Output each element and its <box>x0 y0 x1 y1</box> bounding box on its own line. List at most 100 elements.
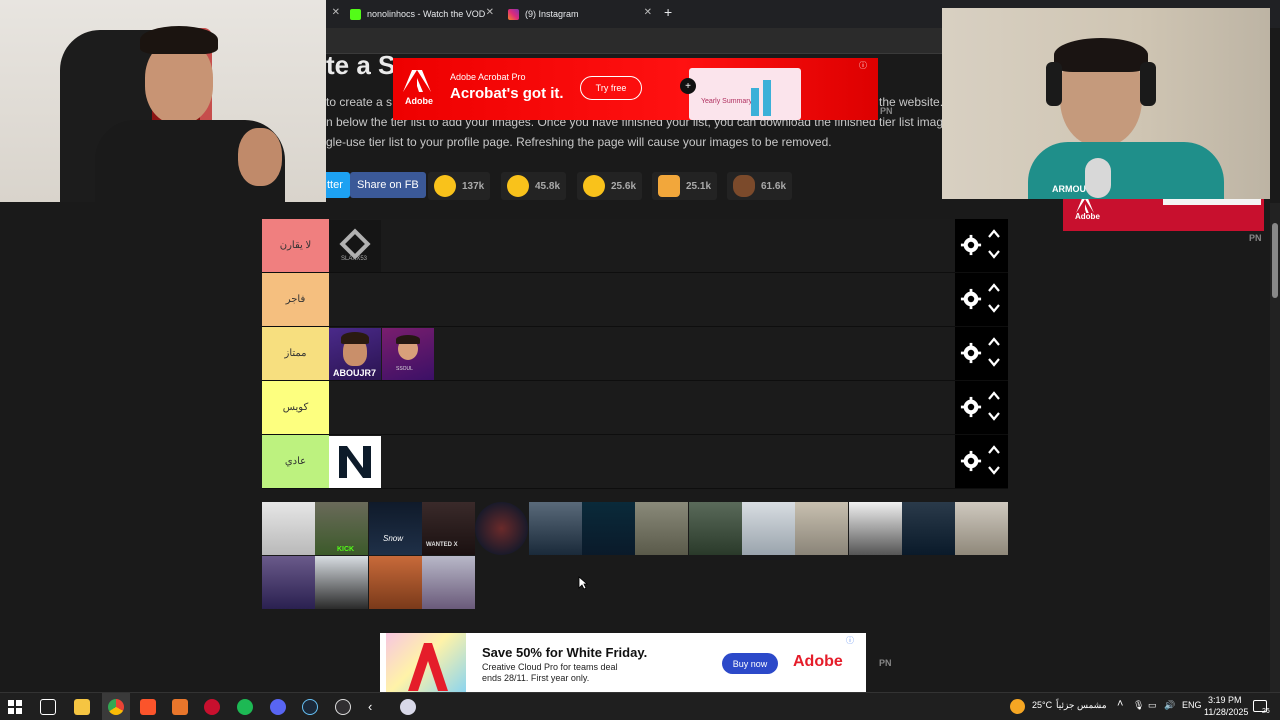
capcut-icon[interactable]: ‹ <box>368 699 384 715</box>
gear-icon[interactable] <box>960 234 982 256</box>
tier-items[interactable] <box>329 435 955 488</box>
chevron-up-icon[interactable] <box>987 282 1001 294</box>
tier-item-nlogo[interactable] <box>329 436 381 488</box>
pool-image[interactable]: KICK <box>315 502 368 555</box>
tier-items[interactable]: SLAXX53 <box>329 219 955 272</box>
reaction-heart-eyes[interactable]: 45.8k <box>501 172 567 200</box>
file-explorer-icon[interactable] <box>74 699 90 715</box>
scrollbar-thumb[interactable] <box>1272 223 1278 298</box>
pool-image[interactable] <box>475 502 528 555</box>
pool-image[interactable] <box>262 502 315 555</box>
tier-item-ssoul[interactable]: SSOUL <box>382 328 434 380</box>
tier-label[interactable]: فاجر <box>262 273 329 326</box>
tier-item-abou[interactable]: ABOUJR7 <box>329 328 381 380</box>
chevron-up-icon[interactable] <box>987 390 1001 402</box>
tier-row: عادي <box>262 435 1008 489</box>
laughing-emoji-icon <box>583 175 605 197</box>
gear-icon[interactable] <box>960 396 982 418</box>
pool-image[interactable] <box>795 502 848 555</box>
pool-image[interactable]: Snow <box>369 502 422 555</box>
app-icon[interactable] <box>400 699 416 715</box>
tier-item-slaxx[interactable]: SLAXX53 <box>329 220 381 272</box>
pool-image[interactable] <box>902 502 955 555</box>
volume-icon[interactable]: 🔊 <box>1164 700 1175 711</box>
close-icon[interactable]: ✕ <box>486 7 494 18</box>
weather-icon[interactable] <box>1010 699 1025 714</box>
image-pool: KICK Snow WANTED X <box>262 502 1008 610</box>
item-caption: ABOUJR7 <box>333 368 377 378</box>
gear-icon[interactable] <box>960 342 982 364</box>
tier-controls <box>955 273 1008 326</box>
windows-start-icon[interactable] <box>8 700 22 714</box>
tier-label[interactable]: لا يقارن <box>262 219 329 272</box>
chrome-icon[interactable] <box>108 699 124 715</box>
chevron-up-icon[interactable] <box>987 336 1001 348</box>
chevron-up-icon[interactable] <box>987 444 1001 456</box>
task-view-icon[interactable] <box>40 699 56 715</box>
reaction-raised-hands[interactable]: 25.1k <box>652 172 718 200</box>
gear-icon[interactable] <box>960 288 982 310</box>
chevron-down-icon[interactable] <box>987 248 1001 260</box>
ad-info-icon[interactable]: ⓘ <box>859 60 867 71</box>
chevron-up-icon[interactable] <box>987 228 1001 240</box>
description-line: gle-use tier list to your profile page. … <box>326 135 832 149</box>
tier-label[interactable]: ممتاز <box>262 327 329 380</box>
app-icon[interactable] <box>204 699 220 715</box>
pool-image[interactable]: WANTED X <box>422 502 475 555</box>
pool-image[interactable] <box>529 502 582 555</box>
tier-label[interactable]: كويس <box>262 381 329 434</box>
tab-title: (9) Instagram <box>525 9 579 19</box>
brave-icon[interactable] <box>140 699 156 715</box>
gear-icon[interactable] <box>960 450 982 472</box>
tier-row: ممتاز ABOUJR7 SSOUL <box>262 327 1008 381</box>
item-caption: SLAXX53 <box>341 256 368 262</box>
tier-items[interactable] <box>329 381 955 434</box>
pool-image[interactable] <box>635 502 688 555</box>
close-icon[interactable]: ✕ <box>332 7 340 18</box>
cursor-icon <box>578 576 588 590</box>
page-scrollbar[interactable] <box>1270 203 1280 692</box>
new-tab-button[interactable]: + <box>664 4 672 20</box>
try-free-button[interactable]: Try free <box>580 76 642 100</box>
ad-info-icon[interactable]: ⓘ <box>846 635 854 646</box>
pool-image[interactable] <box>262 556 315 609</box>
pool-image[interactable] <box>849 502 902 555</box>
pool-image[interactable] <box>742 502 795 555</box>
tier-items[interactable] <box>329 273 955 326</box>
tab-instagram[interactable]: (9) Instagram ✕ <box>500 3 658 25</box>
kick-icon <box>350 8 361 20</box>
reaction-grin[interactable]: 137k <box>428 172 491 200</box>
network-icon[interactable]: ▭ <box>1148 700 1157 711</box>
chevron-down-icon[interactable] <box>987 356 1001 368</box>
chevron-down-icon[interactable] <box>987 464 1001 476</box>
pool-image[interactable] <box>315 556 368 609</box>
tier-label[interactable]: عادي <box>262 435 329 488</box>
close-icon[interactable]: ✕ <box>644 7 652 18</box>
ad-watermark: PN <box>880 106 893 116</box>
pool-image[interactable] <box>582 502 635 555</box>
pool-image[interactable] <box>689 502 742 555</box>
reaction-laughing[interactable]: 25.6k <box>577 172 643 200</box>
chevron-down-icon[interactable] <box>987 302 1001 314</box>
chevron-up-icon[interactable]: ˄ <box>1117 698 1123 710</box>
reaction-poop[interactable]: 61.6k <box>727 172 793 200</box>
mic-icon[interactable]: 🎙 <box>1133 700 1144 711</box>
tab-vod[interactable]: nonolinhocs - Watch the VOD ✕ <box>342 3 500 25</box>
ad-adobe-side[interactable]: Adobe <box>1063 199 1264 231</box>
share-facebook-button[interactable]: Share on FB <box>350 172 426 198</box>
pool-image[interactable] <box>369 556 422 609</box>
steam-icon[interactable] <box>302 699 318 715</box>
obs-icon[interactable] <box>335 699 351 715</box>
pool-image[interactable] <box>955 502 1008 555</box>
ad-creative-cloud[interactable]: Save 50% for White Friday. Creative Clou… <box>380 633 866 693</box>
spotify-icon[interactable] <box>237 699 253 715</box>
discord-icon[interactable] <box>270 699 286 715</box>
tab-prev[interactable]: ✕ <box>326 3 342 25</box>
ad-acrobat[interactable]: Adobe Adobe Acrobat Pro Acrobat's got it… <box>393 58 878 120</box>
app-icon[interactable] <box>172 699 188 715</box>
page-title: te a S <box>326 50 396 80</box>
buy-now-button[interactable]: Buy now <box>722 653 778 674</box>
chevron-down-icon[interactable] <box>987 410 1001 422</box>
tier-items[interactable]: ABOUJR7 SSOUL <box>329 327 955 380</box>
pool-image[interactable] <box>422 556 475 609</box>
